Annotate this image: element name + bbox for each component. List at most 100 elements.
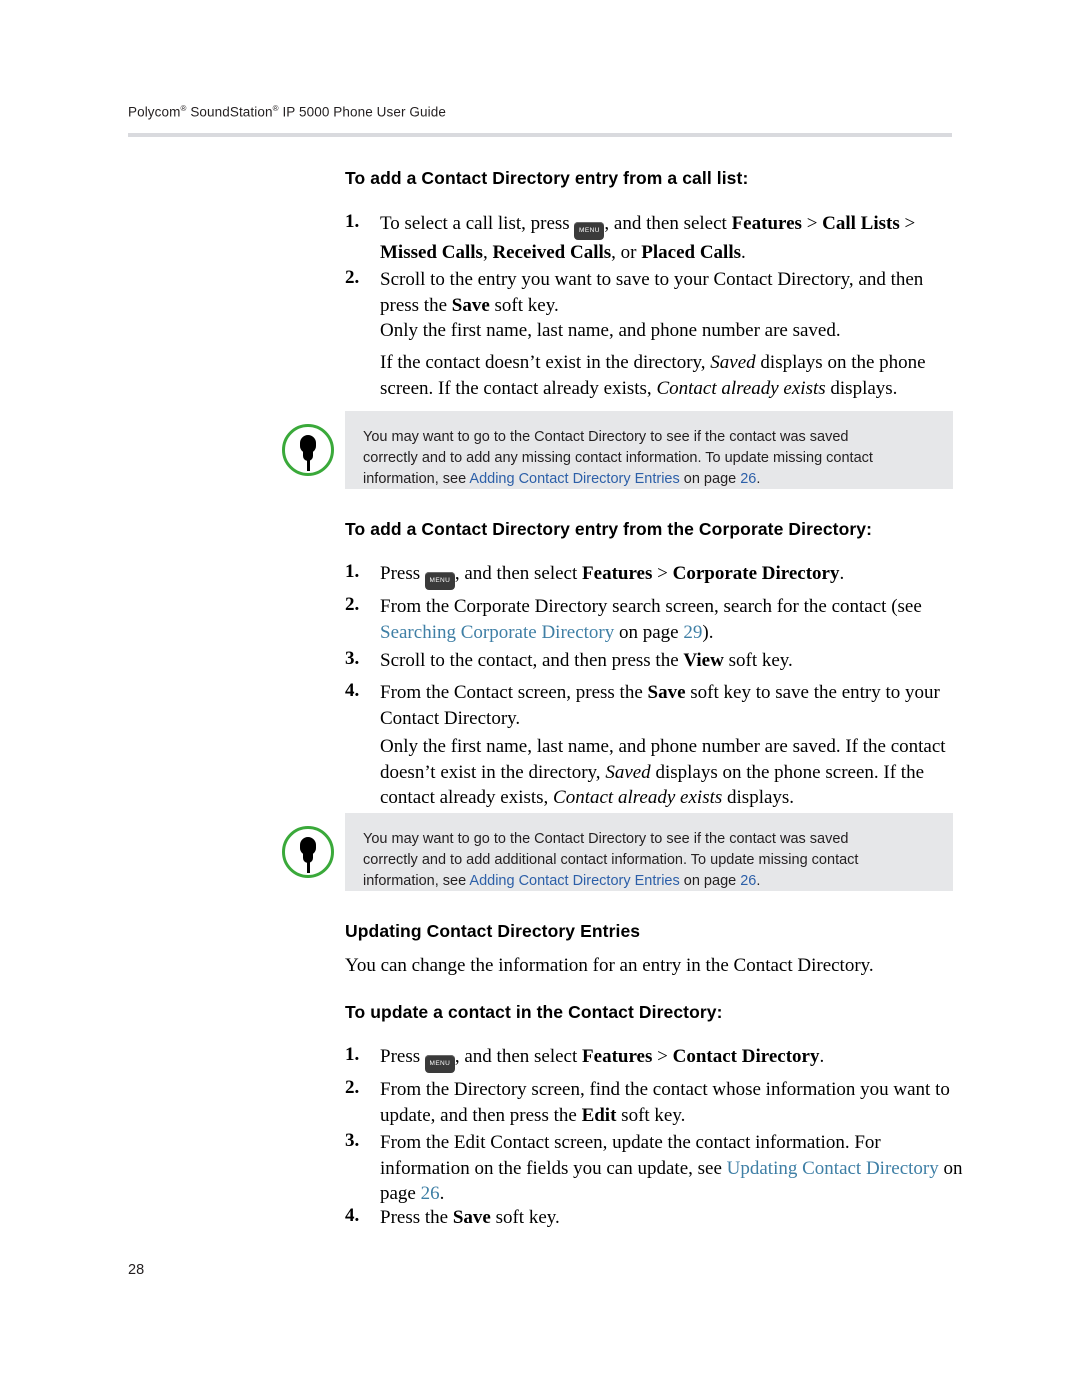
step1-bold-features: Features xyxy=(731,213,802,234)
step-number: 3. xyxy=(345,1130,360,1151)
s3-step1-a: Press xyxy=(380,1046,421,1067)
note1-line3-mid: on page xyxy=(679,471,741,487)
s3-step1-b: , and then select xyxy=(454,1046,583,1067)
note2-line3: information, see Adding Contact Director… xyxy=(363,871,933,892)
link-page-26-3[interactable]: 26 xyxy=(421,1183,440,1204)
step1-text-d: > xyxy=(899,213,916,234)
step-text-2: Scroll to the entry you want to save to … xyxy=(380,267,960,318)
s3-step-text-1: Press MENU, and then select Features > C… xyxy=(380,1044,965,1073)
note1-line2: correctly and to add any missing contact… xyxy=(363,450,873,466)
s3-step-text-3: From the Edit Contact screen, update the… xyxy=(380,1130,965,1207)
step-number: 1. xyxy=(345,1044,360,1065)
s2-step-text-3: Scroll to the contact, and then press th… xyxy=(380,648,965,674)
heading-updating-contact-directory-entries: Updating Contact Directory Entries xyxy=(345,921,641,941)
s2-step4-bold-save: Save xyxy=(647,682,686,703)
s2-step2-b: on page xyxy=(614,621,684,643)
header-title-mid: SoundStation xyxy=(186,104,273,120)
step2-text-b: soft key. xyxy=(489,294,559,316)
s2-step2-c: ). xyxy=(702,621,714,643)
step-number: 4. xyxy=(345,1205,360,1226)
link-page-29[interactable]: 29 xyxy=(683,622,702,643)
s2-step-text-1: Press MENU, and then select Features > C… xyxy=(380,561,960,590)
step-number: 2. xyxy=(345,267,360,288)
step-number: 2. xyxy=(345,1077,360,1098)
s3-step4-b: soft key. xyxy=(490,1207,560,1228)
heading-add-from-call-list: To add a Contact Directory entry from a … xyxy=(345,168,749,188)
s2-step-text-4: From the Contact screen, press the Save … xyxy=(380,680,965,731)
step1-text-b: , and then select xyxy=(604,213,732,234)
step-number: 1. xyxy=(345,211,360,232)
note1-line1: You may want to go to the Contact Direct… xyxy=(363,429,849,445)
menu-key-icon: MENU xyxy=(574,222,605,240)
running-header: Polycom® SoundStation® IP 5000 Phone Use… xyxy=(128,104,952,120)
paragraph-saved-displays: If the contact doesn’t exist in the dire… xyxy=(380,350,965,401)
step1-text-c: > xyxy=(801,213,823,234)
s2-step-text-2: From the Corporate Directory search scre… xyxy=(380,594,965,645)
pushpin-icon-2 xyxy=(282,826,334,878)
step1-bold-missed: Missed Calls xyxy=(380,242,483,263)
link-updating-contact-directory[interactable]: Updating Contact Directory xyxy=(727,1158,939,1179)
link-page-26-2[interactable]: 26 xyxy=(740,873,756,889)
page-number: 28 xyxy=(128,1262,145,1278)
note2-line2: correctly and to add additional contact … xyxy=(363,852,859,868)
step-number: 3. xyxy=(345,648,360,669)
s3-step1-d: . xyxy=(819,1046,825,1067)
step2-bold-save: Save xyxy=(451,294,490,316)
header-title-post: IP 5000 Phone User Guide xyxy=(278,104,446,120)
para2-a: If the contact doesn’t exist in the dire… xyxy=(380,352,711,373)
note-box-1: You may want to go to the Contact Direct… xyxy=(345,411,953,489)
s3-step4-bold-save: Save xyxy=(452,1207,491,1228)
paragraph-you-can-change: You can change the information for an en… xyxy=(345,955,874,976)
note2-line1: You may want to go to the Contact Direct… xyxy=(363,831,849,847)
paragraph-only-first-name: Only the first name, last name, and phon… xyxy=(380,320,841,341)
s3-step-text-2: From the Directory screen, find the cont… xyxy=(380,1077,965,1128)
s2-step1-bold-features: Features xyxy=(582,563,653,584)
s2-step1-bold-corporate: Corporate Directory xyxy=(672,563,840,584)
heading-to-update-a-contact: To update a contact in the Contact Direc… xyxy=(345,1002,723,1022)
s3-step2-bold-edit: Edit xyxy=(581,1104,617,1126)
s2-step3-bold-view: View xyxy=(683,650,724,671)
pushpin-icon xyxy=(282,424,334,476)
s2-para-italic-saved: Saved xyxy=(605,761,651,783)
step1-bold-placed: Placed Calls xyxy=(641,242,741,263)
note1-line3: information, see Adding Contact Director… xyxy=(363,469,933,490)
s3-step2-b: soft key. xyxy=(616,1104,686,1126)
link-adding-contact-directory-entries-2[interactable]: Adding Contact Directory Entries xyxy=(469,873,679,889)
s2-step3-b: soft key. xyxy=(723,650,793,671)
note2-line3-post: . xyxy=(756,873,761,889)
link-adding-contact-directory-entries[interactable]: Adding Contact Directory Entries xyxy=(469,471,679,487)
s2-step1-d: . xyxy=(839,563,845,584)
s2-step1-b: , and then select xyxy=(454,563,583,584)
s2-para-c: displays. xyxy=(722,787,795,808)
link-page-26[interactable]: 26 xyxy=(740,471,756,487)
s3-step1-bold-features: Features xyxy=(582,1046,653,1067)
step-number: 2. xyxy=(345,594,360,615)
s3-step3-c: . xyxy=(439,1183,445,1204)
s3-step-text-4: Press the Save soft key. xyxy=(380,1205,965,1231)
note2-line3-pre: information, see xyxy=(363,873,470,889)
para2-italic-exists: Contact already exists xyxy=(656,377,826,399)
step-number: 4. xyxy=(345,680,360,701)
step1-bold-call-lists: Call Lists xyxy=(822,213,900,234)
menu-key-icon: MENU xyxy=(424,1055,455,1073)
step1-text-a: To select a call list, press xyxy=(380,213,570,234)
step1-text-f: , or xyxy=(611,242,642,263)
step-text-1: To select a call list, press MENU, and t… xyxy=(380,211,960,266)
s3-step1-bold-contact-directory: Contact Directory xyxy=(672,1046,820,1067)
link-searching-corporate-directory[interactable]: Searching Corporate Directory xyxy=(380,622,614,643)
s2-para-italic-exists: Contact already exists xyxy=(553,787,723,808)
step1-bold-received: Received Calls xyxy=(492,242,612,263)
note1-line3-pre: information, see xyxy=(363,471,470,487)
header-title-pre: Polycom xyxy=(128,104,181,120)
para2-italic-saved: Saved xyxy=(710,352,756,373)
s3-step4-a: Press the xyxy=(380,1207,453,1228)
s2-paragraph: Only the first name, last name, and phon… xyxy=(380,734,968,811)
heading-add-from-corporate-directory: To add a Contact Directory entry from th… xyxy=(345,519,873,539)
note1-line3-post: . xyxy=(756,471,761,487)
note-box-2: You may want to go to the Contact Direct… xyxy=(345,813,953,891)
s2-step2-a: From the Corporate Directory search scre… xyxy=(380,596,922,617)
step1-text-g: . xyxy=(741,242,746,263)
step1-text-e: , xyxy=(482,242,493,263)
s2-step1-a: Press xyxy=(380,563,421,584)
step-number: 1. xyxy=(345,561,360,582)
